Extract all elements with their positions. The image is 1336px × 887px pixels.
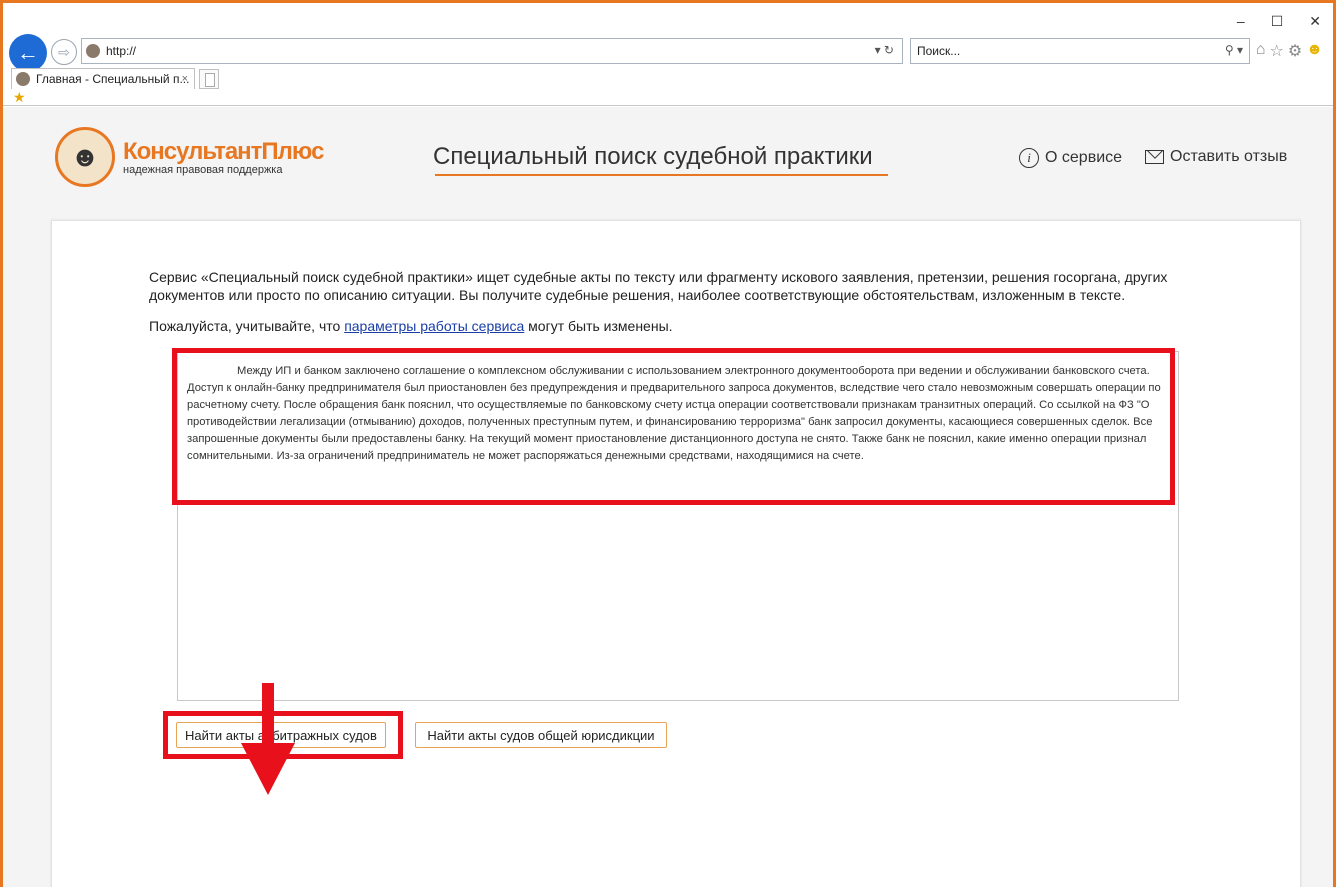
params-link[interactable]: параметры работы сервиса bbox=[344, 318, 524, 334]
gear-icon[interactable]: ⚙ bbox=[1288, 41, 1302, 61]
site-favicon-icon bbox=[86, 44, 100, 58]
home-icon[interactable]: ⌂ bbox=[1256, 41, 1266, 61]
smiley-icon[interactable]: ☻ bbox=[1306, 41, 1323, 61]
intro-text: Сервис «Специальный поиск судебной практ… bbox=[149, 269, 1168, 303]
note-before: Пожалуйста, учитывайте, что bbox=[149, 318, 345, 334]
forward-button[interactable]: ⇨ bbox=[51, 39, 77, 65]
back-button[interactable]: ← bbox=[9, 34, 47, 72]
minimize-button[interactable]: – bbox=[1237, 13, 1245, 30]
search-input[interactable]: Поиск... ⚲ ▾ bbox=[910, 38, 1250, 64]
logo-emblem-icon: ☻ bbox=[55, 127, 115, 187]
address-text[interactable]: http:// bbox=[106, 44, 136, 58]
window-controls: – ☐ ✕ bbox=[1237, 13, 1321, 30]
title-underline bbox=[435, 174, 888, 176]
address-bar[interactable]: http:// ▾ ↻ bbox=[81, 38, 903, 64]
red-arrow-shaft bbox=[262, 683, 274, 745]
favorites-bar-star-icon[interactable]: ★ bbox=[13, 89, 26, 106]
browser-window: – ☐ ✕ ← ⇨ http:// ▾ ↻ Поиск... ⚲ ▾ ⌂ ☆ ⚙… bbox=[0, 0, 1336, 887]
refresh-icon[interactable]: ▾ ↻ bbox=[875, 43, 894, 57]
find-general-courts-button[interactable]: Найти акты судов общей юрисдикции bbox=[415, 722, 667, 748]
arrow-left-icon: ← bbox=[17, 40, 39, 65]
info-icon: i bbox=[1019, 148, 1039, 168]
nav-about[interactable]: i О сервисе bbox=[1019, 148, 1122, 168]
logo-main-text: КонсультантПлюс bbox=[123, 138, 324, 165]
toolbar-icons: ⌂ ☆ ⚙ ☻ bbox=[1256, 41, 1323, 61]
arrow-right-icon: ⇨ bbox=[58, 43, 70, 60]
nav-feedback-label: Оставить отзыв bbox=[1170, 148, 1288, 165]
note-after: могут быть изменены. bbox=[524, 318, 673, 334]
page-title: Специальный поиск судебной практики bbox=[433, 143, 873, 170]
search-placeholder: Поиск... bbox=[917, 44, 961, 58]
nav-about-label: О сервисе bbox=[1045, 149, 1123, 166]
new-tab-button[interactable] bbox=[199, 69, 219, 89]
logo[interactable]: ☻ КонсультантПлюс надежная правовая подд… bbox=[55, 127, 324, 187]
tab-title: Главная - Специальный п... bbox=[36, 72, 190, 86]
browser-tab[interactable]: Главная - Специальный п... × bbox=[11, 68, 195, 89]
envelope-icon bbox=[1145, 150, 1164, 164]
red-arrow-down-icon bbox=[241, 743, 295, 795]
text-highlight-box bbox=[172, 348, 1175, 505]
close-window-button[interactable]: ✕ bbox=[1309, 13, 1321, 30]
nav-feedback[interactable]: Оставить отзыв bbox=[1145, 148, 1287, 166]
maximize-button[interactable]: ☐ bbox=[1271, 13, 1284, 30]
tab-favicon-icon bbox=[16, 72, 30, 86]
favorites-star-icon[interactable]: ☆ bbox=[1269, 41, 1283, 61]
note-text: Пожалуйста, учитывайте, что параметры ра… bbox=[149, 318, 673, 334]
search-card: Сервис «Специальный поиск судебной практ… bbox=[51, 220, 1301, 887]
browser-chrome: – ☐ ✕ ← ⇨ http:// ▾ ↻ Поиск... ⚲ ▾ ⌂ ☆ ⚙… bbox=[3, 3, 1333, 106]
search-icon[interactable]: ⚲ ▾ bbox=[1225, 43, 1243, 57]
page: ☻ КонсультантПлюс надежная правовая подд… bbox=[3, 107, 1333, 887]
tab-close-icon[interactable]: × bbox=[182, 73, 188, 85]
